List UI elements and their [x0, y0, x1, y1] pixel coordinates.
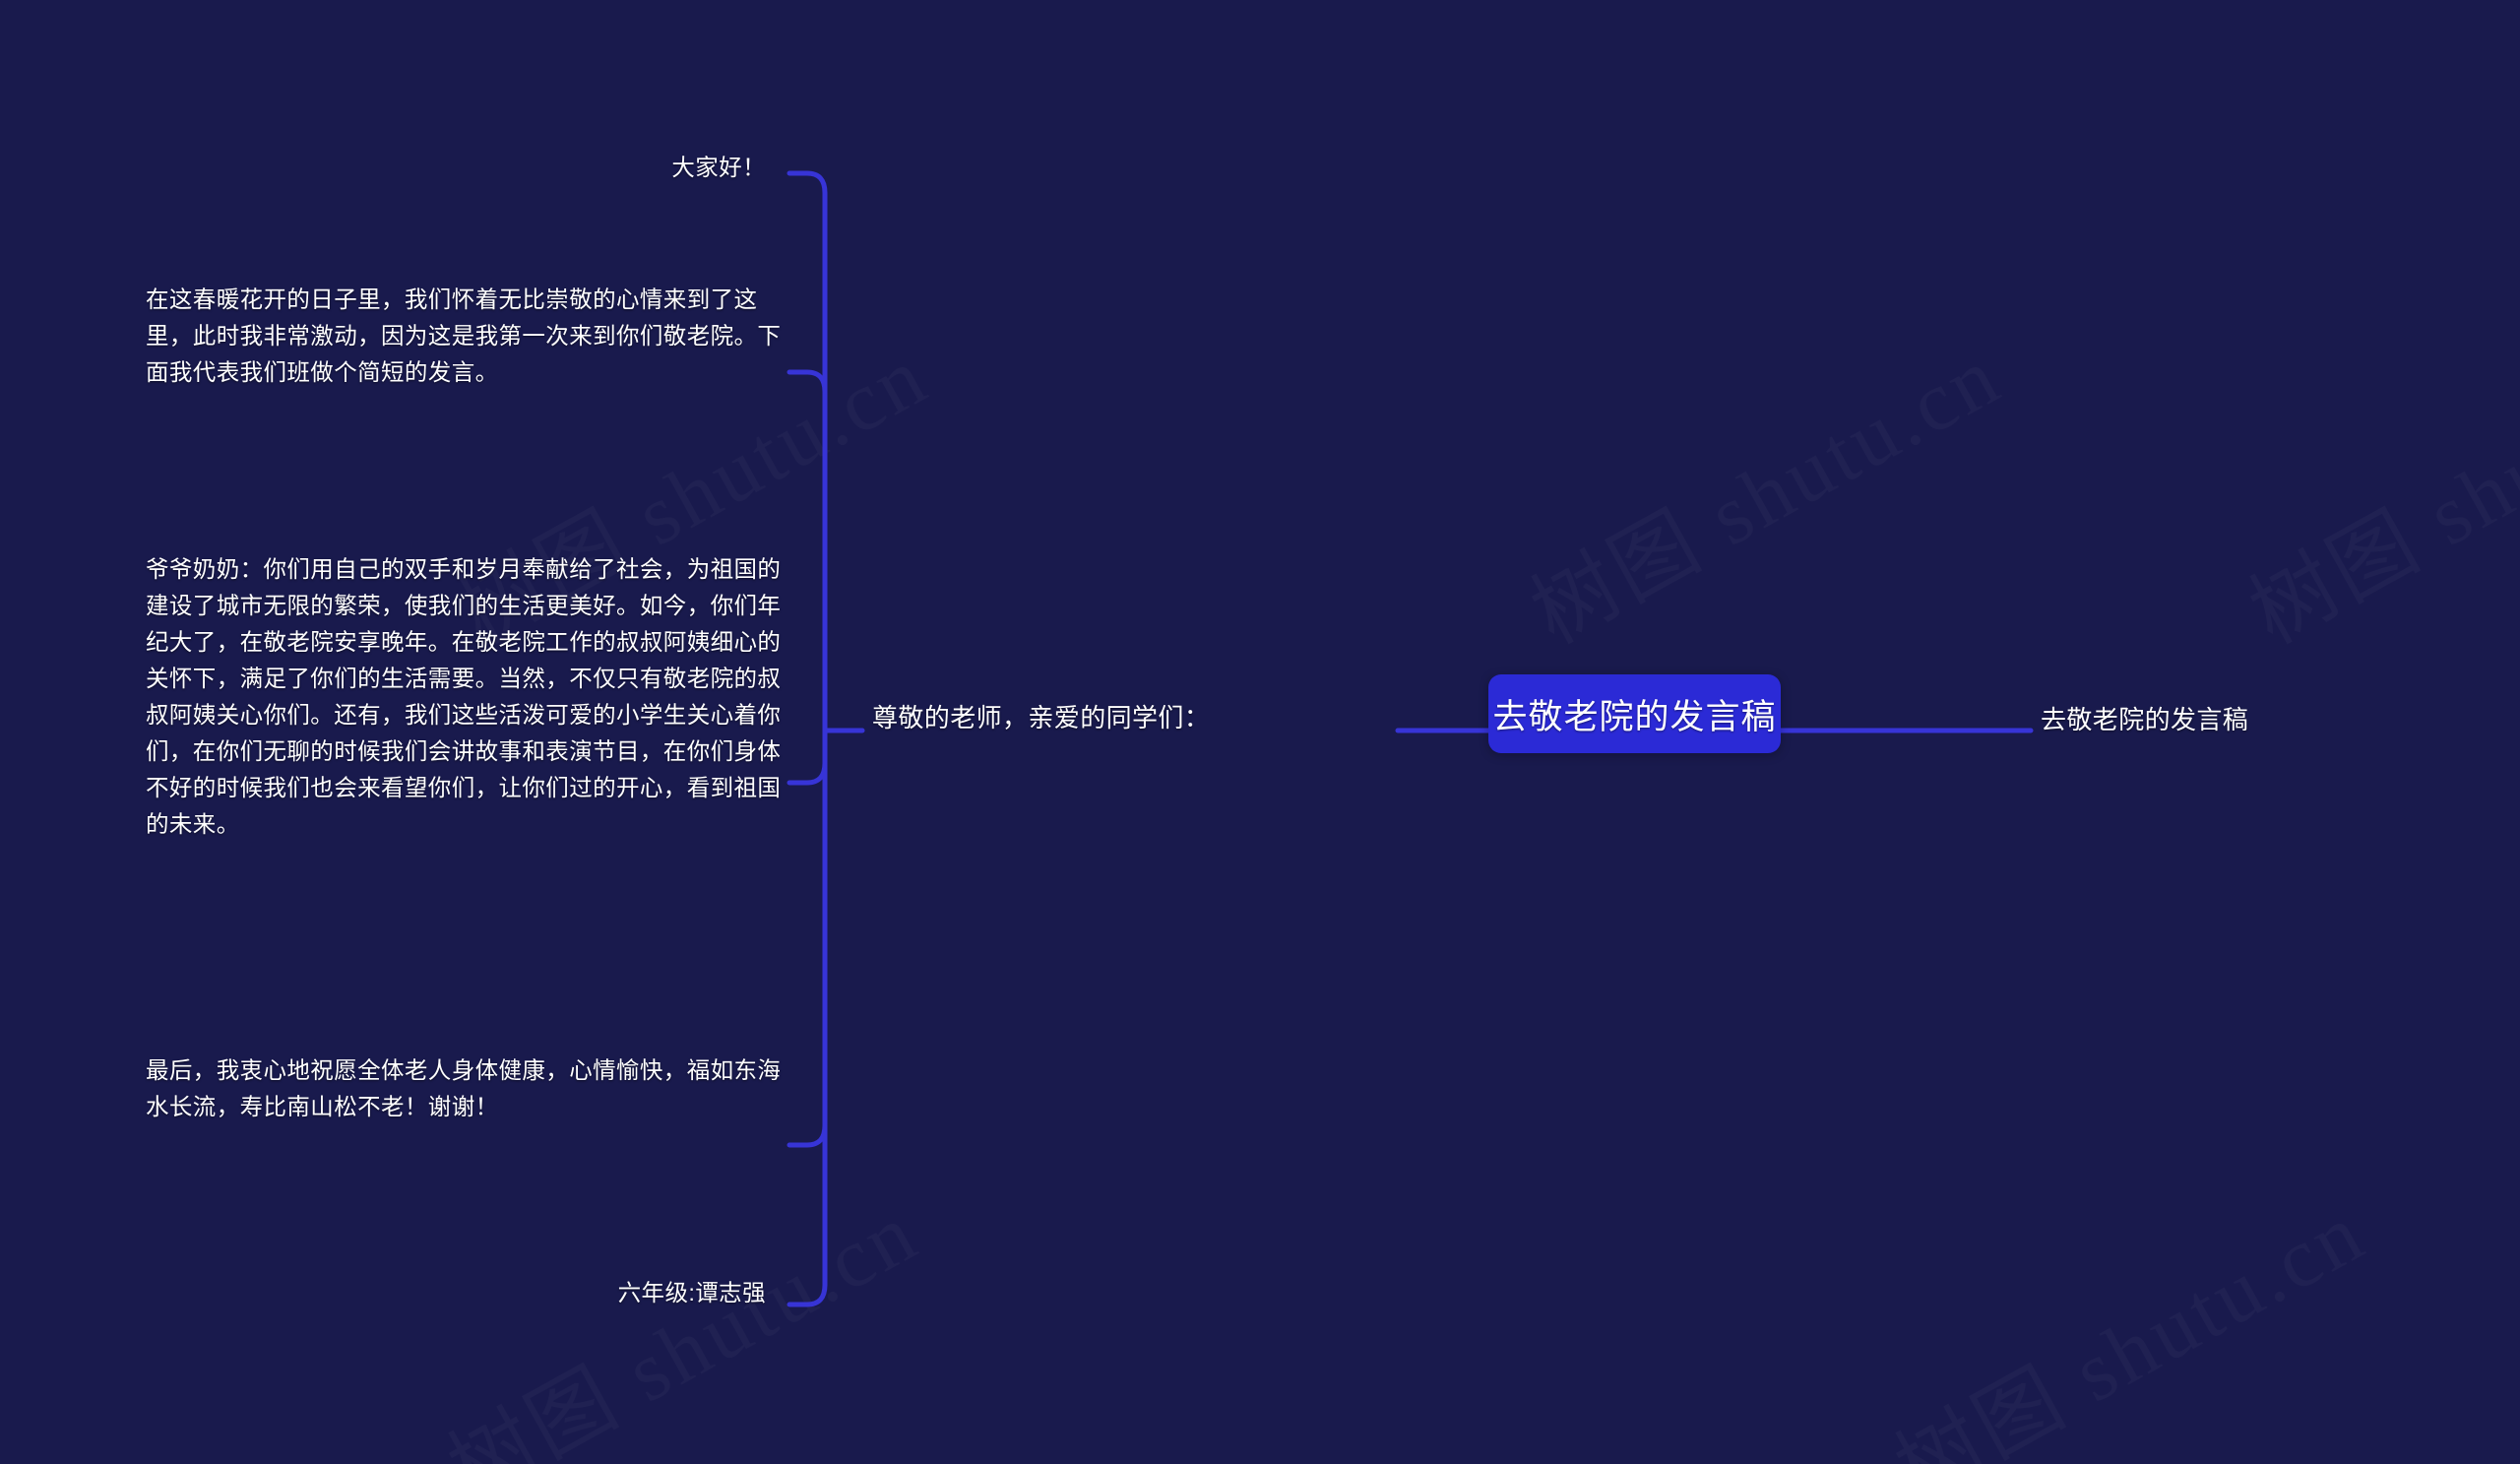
branch-label-right[interactable]: 去敬老院的发言稿 — [2041, 702, 2248, 738]
leaf-node-signature[interactable]: 六年级:谭志强 — [118, 1275, 766, 1311]
leaf-node-closing[interactable]: 最后，我衷心地祝愿全体老人身体健康，心情愉快，福如东海水长流，寿比南山松不老！谢… — [146, 1052, 790, 1125]
leaf-intro-text: 在这春暖花开的日子里，我们怀着无比崇敬的心情来到了这里，此时我非常激动，因为这是… — [146, 286, 782, 385]
connector-stub-body — [787, 760, 828, 786]
connector-stub-closing — [787, 1122, 828, 1148]
watermark-text: 树图 shutu.cn — [1870, 1165, 2383, 1464]
watermark-text: 树图 shutu.cn — [1506, 308, 2019, 668]
leaf-body-text: 爷爷奶奶：你们用自己的双手和岁月奉献给了社会，为祖国的建设了城市无限的繁荣，使我… — [146, 556, 782, 837]
watermark-text: 树图 shutu.cn — [2225, 308, 2520, 668]
leaf-signature-text: 六年级:谭志强 — [617, 1280, 766, 1305]
connector-stub-intro — [787, 369, 828, 395]
leaf-node-body[interactable]: 爷爷奶奶：你们用自己的双手和岁月奉献给了社会，为祖国的建设了城市无限的繁荣，使我… — [146, 551, 790, 843]
connector-stub-signature — [787, 1282, 828, 1307]
leaf-closing-text: 最后，我衷心地祝愿全体老人身体健康，心情愉快，福如东海水长流，寿比南山松不老！谢… — [146, 1057, 782, 1119]
leaf-node-greeting[interactable]: 大家好！ — [118, 150, 766, 186]
root-node[interactable]: 去敬老院的发言稿 — [1488, 674, 1781, 753]
leaf-node-intro[interactable]: 在这春暖花开的日子里，我们怀着无比崇敬的心情来到了这里，此时我非常激动，因为这是… — [146, 282, 790, 391]
root-node-label: 去敬老院的发言稿 — [1492, 697, 1777, 736]
leaf-greeting-text: 大家好！ — [671, 155, 766, 180]
watermark-text: 树图 shutu.cn — [423, 1165, 936, 1464]
connector-stub-greeting — [787, 170, 828, 196]
mindmap-canvas: 树图 shutu.cn 树图 shutu.cn 树图 shutu.cn 树图 s… — [0, 0, 2520, 1464]
branch-label-left[interactable]: 尊敬的老师，亲爱的同学们： — [872, 700, 1210, 736]
